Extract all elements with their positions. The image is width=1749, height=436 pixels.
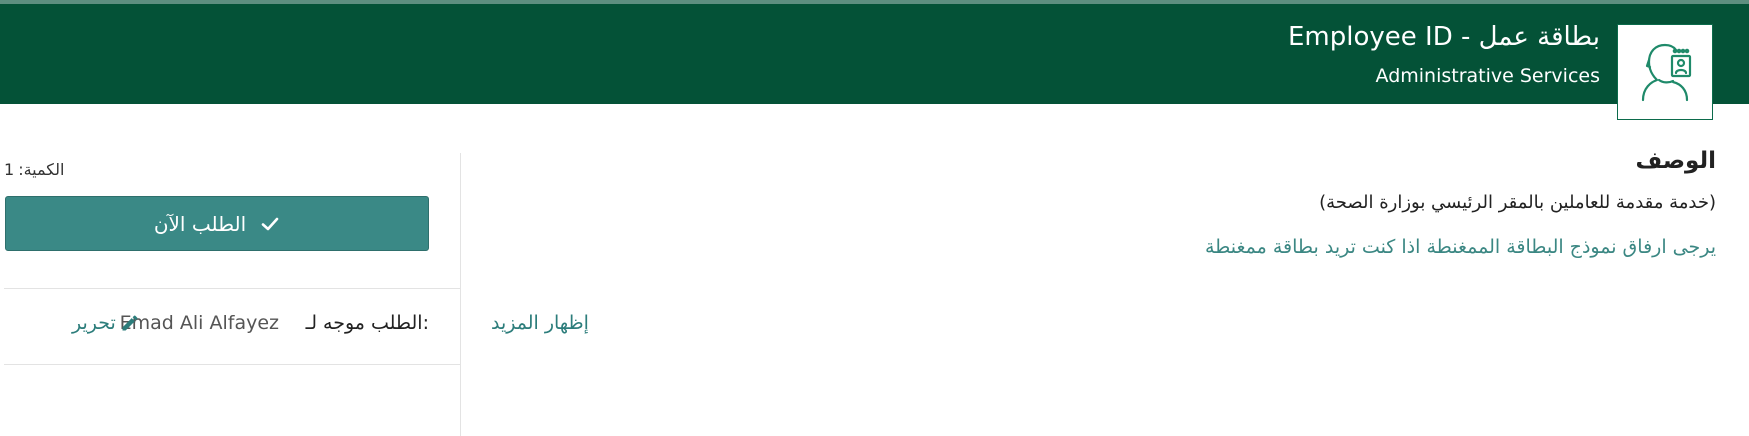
directed-to-name: Emad Ali Alfayez	[119, 312, 279, 334]
directed-to-label: الطلب موجه لـ:	[305, 312, 429, 334]
description-note: يرجى ارفاق نموذج البطاقة الممغنطة اذا كن…	[1205, 236, 1716, 258]
page-header: Employee ID - بطاقة عمل Administrative S…	[0, 0, 1749, 104]
order-now-label: الطلب الآن	[153, 211, 247, 236]
description-heading: الوصف	[1635, 148, 1716, 174]
show-more-link[interactable]: إظهار المزيد	[491, 312, 589, 334]
edit-link[interactable]: تحرير	[72, 312, 140, 334]
quantity: الكمية: 1	[4, 160, 64, 179]
checkmark-icon	[261, 217, 279, 230]
description-text: (خدمة مقدمة للعاملين بالمقر الرئيسي بوزا…	[1319, 192, 1716, 213]
service-title: Employee ID - بطاقة عمل	[1288, 22, 1600, 52]
order-now-button[interactable]: الطلب الآن	[5, 196, 429, 251]
edit-label: تحرير	[72, 312, 116, 334]
pencil-icon	[122, 315, 138, 331]
quantity-value: 1	[4, 160, 15, 179]
quantity-label: الكمية:	[18, 160, 65, 179]
service-category: Administrative Services	[1375, 65, 1600, 87]
divider	[4, 364, 460, 365]
request-recipient-row: الطلب موجه لـ: Emad Ali Alfayez تحرير	[0, 300, 440, 348]
column-divider	[460, 153, 461, 436]
divider	[4, 288, 460, 289]
employee-id-icon	[1641, 43, 1692, 102]
service-logo	[1617, 24, 1713, 120]
